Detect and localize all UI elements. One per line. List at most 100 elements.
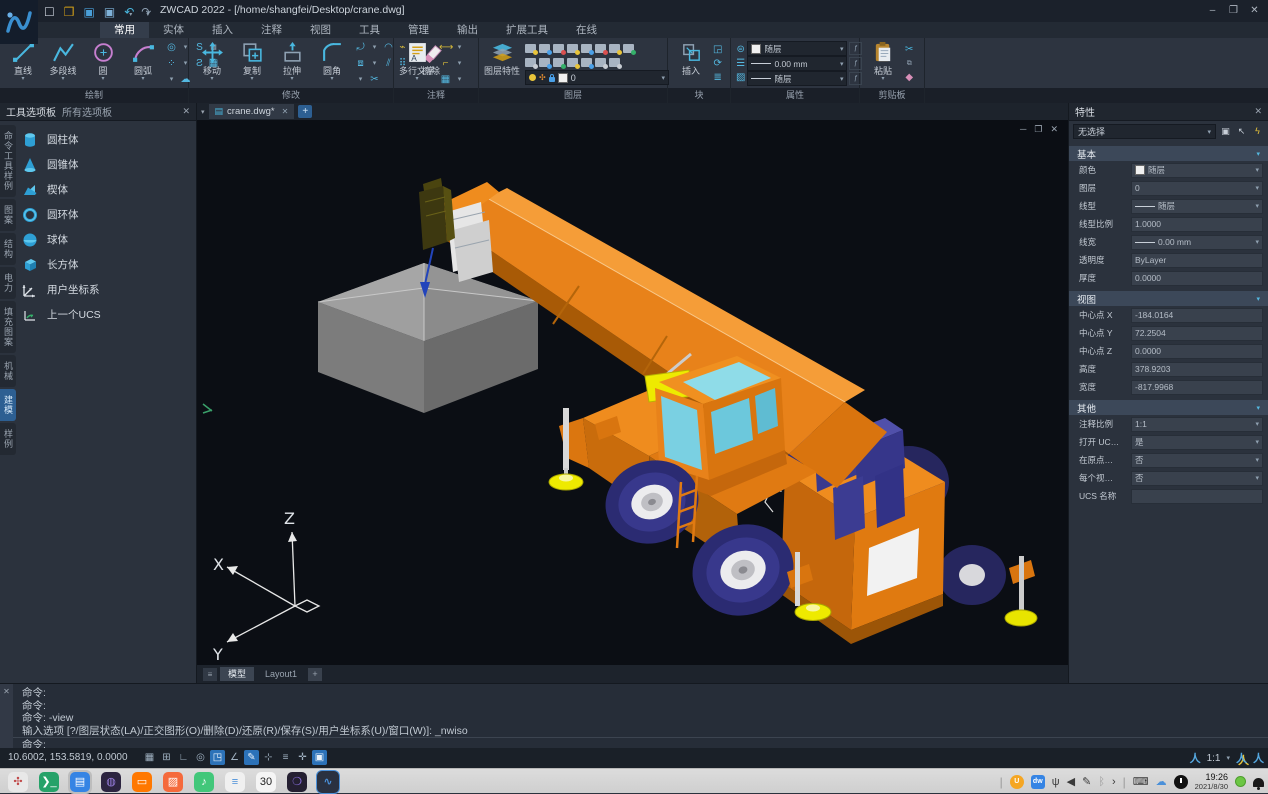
new-document-button[interactable]: + [298, 105, 312, 118]
table-icon[interactable]: ▦ [439, 72, 452, 87]
property-field[interactable]: 1:1▾ [1131, 417, 1263, 432]
tray-expand-icon[interactable]: › [1112, 775, 1116, 789]
property-field[interactable]: 0.00 mm▾ [1131, 235, 1263, 250]
palette-tab-8[interactable]: 样例 [0, 423, 16, 455]
document-tab-crane[interactable]: ▤ crane.dwg* ✕ [209, 104, 295, 119]
restore-icon[interactable]: ❐ [1226, 3, 1241, 18]
paste-button[interactable]: 粘贴▾ [863, 39, 903, 88]
palette-tab-2[interactable]: 图案 [0, 199, 16, 231]
dropdown-icon[interactable]: ▾ [354, 72, 367, 87]
terminal-taskbar-button[interactable]: ❯_ [37, 770, 61, 794]
match-properties-icon[interactable]: ⊜ [736, 43, 745, 56]
ribbon-tab-8[interactable]: 输出 [443, 22, 492, 38]
point-style-icon[interactable]: ⁘ [165, 56, 178, 71]
layer-tool-icon[interactable] [553, 44, 564, 53]
ribbon-tab-1[interactable]: 常用 [100, 22, 149, 38]
donut-icon[interactable]: ◎ [165, 40, 178, 55]
network-icon[interactable]: ☁ [1156, 775, 1167, 789]
app-launcher-taskbar-button[interactable]: ✣ [6, 770, 30, 794]
annotation-autoscale-icon[interactable]: 人 [1236, 750, 1247, 766]
usb-device-icon[interactable]: ψ [1052, 775, 1060, 789]
grid-display-icon[interactable]: ▦ [142, 750, 157, 765]
layer-tool-icon[interactable] [609, 58, 620, 67]
rotate-icon[interactable]: ⤾ [354, 40, 367, 55]
create-block-icon[interactable]: ◲ [713, 43, 722, 56]
block-editor-icon[interactable]: ⟳ [713, 57, 722, 70]
globe-taskbar-button[interactable]: ❍ [285, 770, 309, 794]
color-dropdown[interactable]: 随层 ▾ ƒ [747, 42, 862, 55]
layer-tool-icon[interactable] [567, 58, 578, 67]
software-store-taskbar-button[interactable]: ▭ [130, 770, 154, 794]
zwcad-logo[interactable] [0, 0, 38, 44]
select-objects-icon[interactable]: ▣ [1219, 125, 1232, 138]
layer-tool-icon[interactable] [553, 58, 564, 67]
ribbon-tab-4[interactable]: 注释 [247, 22, 296, 38]
toggle-pickadd-icon[interactable]: ϟ [1251, 125, 1264, 138]
layer-tool-icon[interactable] [581, 44, 592, 53]
property-field[interactable]: 0▾ [1131, 181, 1263, 196]
power-icon[interactable] [1174, 775, 1188, 789]
cut-icon[interactable]: ✂ [905, 43, 913, 56]
ribbon-tab-6[interactable]: 工具 [345, 22, 394, 38]
new-file-button[interactable]: ☐ [44, 3, 55, 21]
tab-layout1[interactable]: Layout1 [257, 667, 305, 681]
cycle-select-icon[interactable]: ✛ [295, 750, 310, 765]
property-field[interactable]: 0.0000 [1131, 344, 1263, 359]
ortho-mode-icon[interactable]: ∟ [176, 750, 191, 765]
dropdown-icon[interactable]: ▾ [453, 72, 466, 87]
palette-item-ucs[interactable]: 用户坐标系 [22, 277, 192, 302]
file-manager-taskbar-button[interactable]: ▤ [68, 770, 92, 794]
dropdown-icon[interactable]: ▾ [453, 56, 466, 71]
linear-dimension-icon[interactable]: ⟷ [439, 40, 452, 55]
palette-tab-7[interactable]: 建模 [0, 389, 16, 421]
bluetooth-icon[interactable]: ᛒ [1098, 775, 1105, 789]
format-painter-icon[interactable]: ◆ [905, 71, 913, 84]
property-field[interactable]: 随层▾ [1131, 199, 1263, 214]
layer-tool-icon[interactable] [539, 58, 550, 67]
dropdown-icon[interactable]: ▾ [165, 72, 178, 87]
palette-item-cone[interactable]: 圆锥体 [22, 152, 192, 177]
command-line-panel[interactable]: ✕ 命令:命令:命令: -view输入选项 [?/图层状态(LA)/正交图形(O… [0, 683, 1268, 748]
photos-taskbar-button[interactable]: ▨ [161, 770, 185, 794]
drawing-viewport[interactable]: ─ ❐ ✕ [197, 120, 1068, 665]
ribbon-tab-2[interactable]: 实体 [149, 22, 198, 38]
save-as-button[interactable]: ▣ [104, 3, 115, 21]
section-header-2[interactable]: 视图▾ [1069, 291, 1268, 306]
property-field[interactable]: 72.2504 [1131, 326, 1263, 341]
lineweight-display-icon[interactable]: ≡ [278, 750, 293, 765]
dropdown-icon[interactable]: ▾ [453, 40, 466, 55]
property-field[interactable]: ByLayer [1131, 253, 1263, 268]
undo-button[interactable]: ↶▾ [124, 3, 132, 21]
layer-tool-icon[interactable] [539, 44, 550, 53]
stretch-button[interactable]: 拉伸▾ [272, 39, 312, 88]
palette-item-wedge[interactable]: 楔体 [22, 177, 192, 202]
linetype-dropdown[interactable]: 随层 ▾ ƒ [747, 72, 862, 85]
palette-item-cylinder[interactable]: 圆柱体 [22, 127, 192, 152]
property-field[interactable]: 随层▾ [1131, 163, 1263, 178]
palette-item-box[interactable]: 长方体 [22, 252, 192, 277]
lineweight-dropdown[interactable]: 0.00 mm ▾ ƒ [747, 57, 862, 70]
dynamic-ucs-icon[interactable]: ✎ [244, 750, 259, 765]
quick-select-icon[interactable]: ↖ [1235, 125, 1248, 138]
ukui-assistant-icon[interactable]: U [1010, 775, 1024, 789]
music-taskbar-button[interactable]: ♪ [192, 770, 216, 794]
layout-menu-icon[interactable]: ≡ [203, 668, 217, 681]
layer-tool-icon[interactable] [623, 44, 634, 53]
dropdown-icon[interactable]: ▾ [368, 56, 381, 71]
circle-button[interactable]: 圆▾ [83, 39, 123, 88]
dynamic-input-icon[interactable]: ⊹ [261, 750, 276, 765]
fillet-button[interactable]: 圆角▾ [312, 39, 352, 88]
dropdown-icon[interactable]: ▾ [368, 40, 381, 55]
annotation-monitor-icon[interactable]: ▣ [312, 750, 327, 765]
layer-tool-icon[interactable] [525, 58, 536, 67]
property-field[interactable]: 0.0000 [1131, 271, 1263, 286]
chevron-down-icon[interactable]: ▾ [1226, 754, 1230, 762]
layer-tool-icon[interactable] [595, 44, 606, 53]
copy-button[interactable]: 复制▾ [232, 39, 272, 88]
layer-tool-icon[interactable] [525, 44, 536, 53]
palette-tab-4[interactable]: 电力 [0, 267, 16, 299]
selection-dropdown[interactable]: 无选择 ▾ [1073, 124, 1216, 139]
open-folder-button[interactable]: ❒ [64, 3, 75, 21]
minimize-icon[interactable]: – [1205, 3, 1220, 18]
property-field[interactable]: 否▾ [1131, 453, 1263, 468]
